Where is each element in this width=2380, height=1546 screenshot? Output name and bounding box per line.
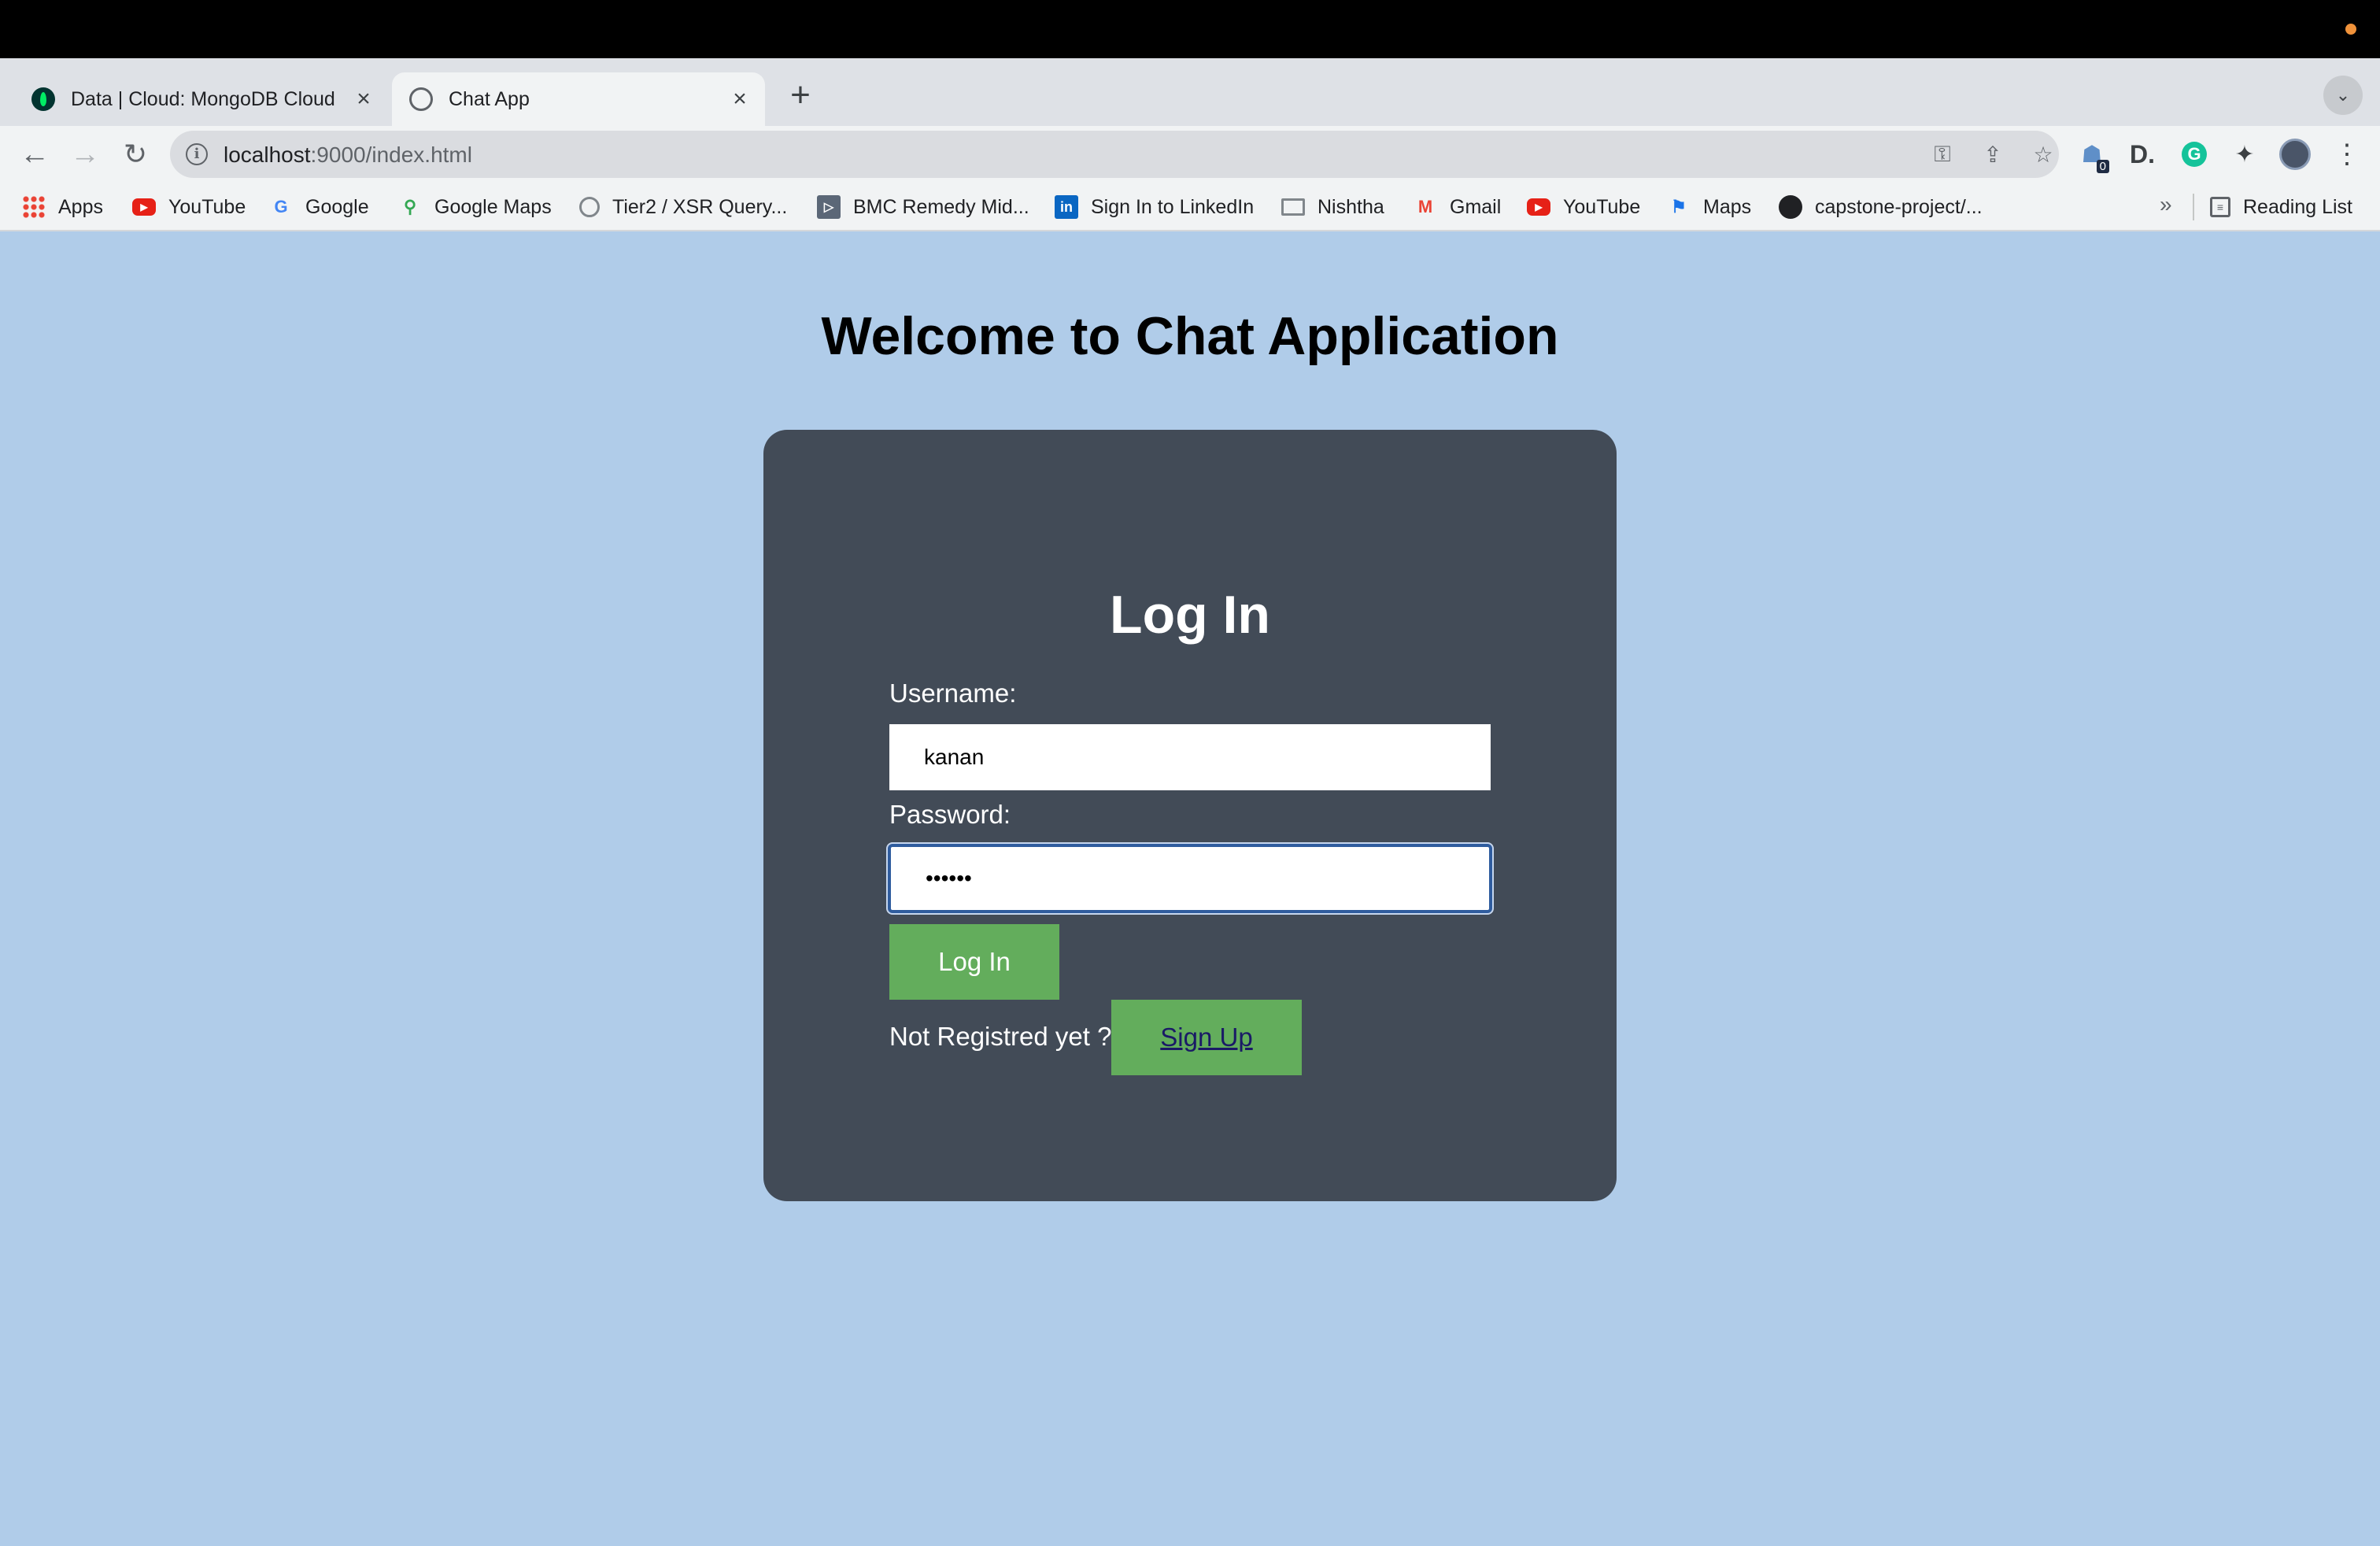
bookmark-label: Nishtha	[1318, 195, 1384, 218]
bookmark-nishtha[interactable]: Nishtha	[1281, 192, 1384, 222]
reading-list-label: Reading List	[2243, 195, 2352, 218]
new-tab-button[interactable]: +	[779, 74, 822, 117]
folder-icon	[1281, 198, 1305, 216]
password-field[interactable]	[886, 842, 1494, 915]
password-label: Password:	[889, 800, 1011, 829]
address-bar[interactable]: i localhost:9000/index.html ⚿ ⇪ ☆	[170, 131, 2059, 178]
bookmark-label: capstone-project/...	[1815, 195, 1983, 218]
globe-icon	[409, 87, 433, 111]
back-button[interactable]: ←	[14, 134, 55, 175]
login-card: Log In Username: Password: Log In Not Re…	[763, 430, 1617, 1201]
grammarly-extension-icon[interactable]: G	[2177, 137, 2212, 172]
profile-avatar[interactable]	[2278, 137, 2312, 172]
bookmark-label: Tier2 / XSR Query...	[612, 195, 788, 218]
bookmark-label: Gmail	[1450, 195, 1502, 218]
reload-button[interactable]: ↻	[115, 134, 156, 175]
key-icon[interactable]: ⚿	[1927, 140, 1958, 168]
url-host: localhost	[224, 142, 311, 167]
bookmark-bmc[interactable]: ▷ BMC Remedy Mid...	[817, 192, 1029, 222]
site-info-icon[interactable]: i	[186, 143, 208, 165]
share-icon[interactable]: ⇪	[1977, 140, 2009, 168]
bookmark-maps[interactable]: ⚑ Maps	[1667, 192, 1751, 222]
maps-icon: ⚑	[1671, 197, 1687, 216]
mongodb-leaf-icon	[31, 87, 55, 111]
google-maps-icon: ⚲	[403, 197, 417, 216]
tab-chat-app[interactable]: Chat App ×	[392, 72, 765, 126]
bmc-icon: ▷	[817, 195, 841, 219]
star-icon[interactable]: ☆	[2027, 140, 2059, 168]
close-icon[interactable]: ×	[724, 86, 756, 113]
tab-title: Chat App	[449, 87, 530, 110]
dashlane-extension-icon[interactable]: D.	[2125, 137, 2160, 172]
youtube-icon: ▶	[132, 198, 156, 216]
gmail-icon: M	[1417, 197, 1433, 216]
bookmark-label: Sign In to LinkedIn	[1091, 195, 1255, 218]
bookmarks-bar: Apps ▶ YouTube G Google ⚲ Google Maps Tier2…	[0, 183, 2380, 231]
close-icon[interactable]: ×	[348, 86, 379, 113]
bookmark-label: BMC Remedy Mid...	[853, 195, 1029, 218]
bookmark-youtube-2[interactable]: ▶ YouTube	[1527, 192, 1640, 222]
bookmark-capstone[interactable]: capstone-project/...	[1779, 192, 1983, 222]
tab-search-button[interactable]: ⌄	[2323, 76, 2363, 115]
linkedin-icon: in	[1055, 195, 1078, 219]
recording-indicator-icon	[2345, 24, 2356, 35]
username-field[interactable]	[889, 724, 1491, 790]
bookmark-label: YouTube	[168, 195, 246, 218]
apps-grid-icon	[22, 195, 46, 219]
bookmark-youtube[interactable]: ▶ YouTube	[132, 192, 246, 222]
bookmark-label: Apps	[58, 195, 103, 218]
tab-mongodb[interactable]: Data | Cloud: MongoDB Cloud ×	[14, 72, 389, 126]
bookmark-google[interactable]: G Google	[269, 192, 369, 222]
page-title: Welcome to Chat Application	[821, 306, 1559, 366]
url-text[interactable]: localhost:9000/index.html	[224, 142, 472, 168]
bookmark-label: YouTube	[1563, 195, 1641, 218]
tab-strip: Data | Cloud: MongoDB Cloud × Chat App ×	[0, 58, 2380, 126]
browser-toolbar: ← → ↻ i localhost:9000/index.html ⚿ ⇪ ☆ …	[0, 126, 2380, 183]
bookmark-gmail[interactable]: M Gmail	[1414, 192, 1501, 222]
bookmark-tier2[interactable]: Tier2 / XSR Query...	[579, 192, 787, 222]
bookmark-label: Google Maps	[434, 195, 552, 218]
system-top-bar	[0, 0, 2380, 58]
login-button[interactable]: Log In	[889, 924, 1059, 1000]
google-icon: G	[274, 197, 288, 216]
bookmark-label: Maps	[1703, 195, 1752, 218]
reading-list-icon: ≡	[2210, 197, 2230, 217]
tab-title: Data | Cloud: MongoDB Cloud	[71, 87, 335, 110]
extensions-puzzle-icon[interactable]: ✦	[2227, 137, 2262, 172]
more-menu-icon[interactable]: ⋮	[2330, 137, 2364, 172]
bookmark-linkedin[interactable]: in Sign In to LinkedIn	[1055, 192, 1254, 222]
reading-list-button[interactable]: ≡ Reading List	[2210, 192, 2352, 222]
more-bookmarks-button[interactable]: »	[2160, 192, 2172, 217]
ghostery-extension-icon[interactable]: ☗ 0	[2075, 137, 2109, 173]
bookmark-apps[interactable]: Apps	[22, 192, 103, 222]
login-title: Log In	[1110, 585, 1270, 645]
signup-button[interactable]: Sign Up	[1111, 1000, 1302, 1075]
url-path: :9000/index.html	[310, 142, 472, 167]
bookmarks-divider	[2193, 194, 2194, 220]
bookmark-label: Google	[305, 195, 369, 218]
globe-icon	[579, 197, 600, 217]
github-icon	[1779, 195, 1802, 219]
extension-badge: 0	[2096, 160, 2109, 173]
youtube-icon: ▶	[1527, 198, 1550, 216]
username-label: Username:	[889, 679, 1017, 708]
forward-button[interactable]: →	[65, 134, 105, 175]
bookmark-google-maps[interactable]: ⚲ Google Maps	[398, 192, 552, 222]
not-registered-text: Not Registred yet ?	[889, 1022, 1112, 1051]
